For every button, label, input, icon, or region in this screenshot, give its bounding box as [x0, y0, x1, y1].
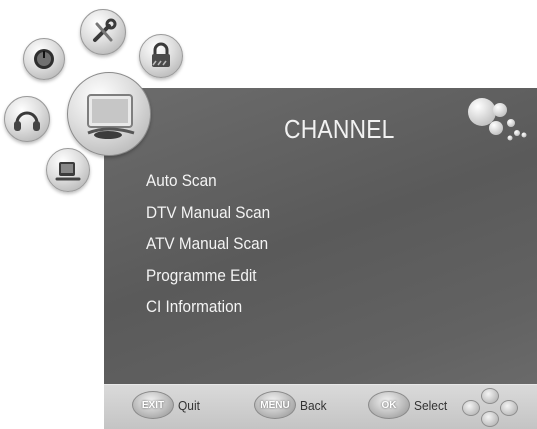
exit-badge: EXIT: [132, 391, 174, 419]
tv-channel-icon[interactable]: [67, 72, 151, 156]
menu-item-atv-manual-scan[interactable]: ATV Manual Scan: [146, 234, 268, 254]
exit-button[interactable]: EXIT Quit: [132, 391, 202, 419]
power-timer-icon[interactable]: [23, 38, 65, 80]
ok-badge: OK: [368, 391, 410, 419]
ok-select-button[interactable]: OK Select: [368, 391, 450, 419]
menu-badge: MENU: [254, 391, 296, 419]
menu-back-button[interactable]: MENU Back: [254, 391, 329, 419]
menu-item-auto-scan[interactable]: Auto Scan: [146, 171, 217, 191]
tools-icon[interactable]: [80, 9, 126, 55]
back-label: Back: [300, 397, 327, 413]
audio-icon[interactable]: [4, 96, 50, 142]
picture-icon[interactable]: [46, 148, 90, 192]
select-label: Select: [414, 397, 448, 413]
page-title: CHANNEL: [284, 114, 395, 144]
decorative-dots-icon: [468, 98, 527, 141]
menu-item-dtv-manual-scan[interactable]: DTV Manual Scan: [146, 203, 270, 223]
lock-icon[interactable]: [139, 34, 183, 78]
menu-item-programme-edit[interactable]: Programme Edit: [146, 266, 257, 286]
dpad-icon: [458, 388, 520, 427]
exit-label: Quit: [178, 397, 200, 413]
menu-item-ci-information[interactable]: CI Information: [146, 297, 242, 317]
